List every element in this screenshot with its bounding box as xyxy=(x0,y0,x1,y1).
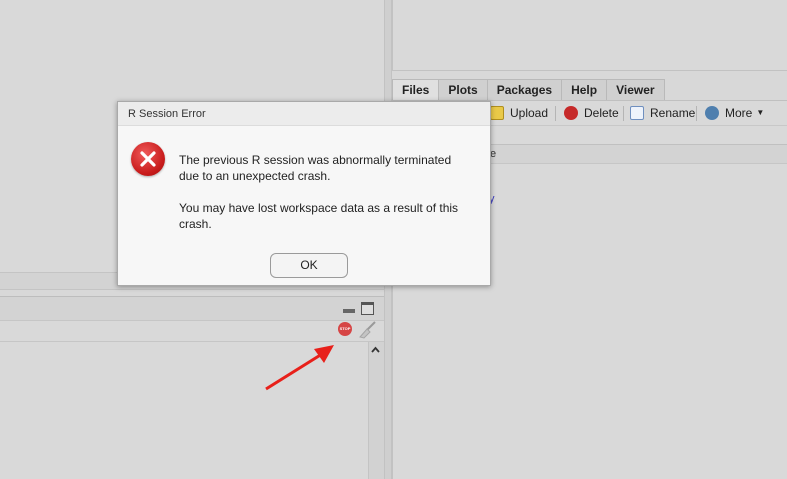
toolbar-divider xyxy=(696,106,697,121)
dialog-title: R Session Error xyxy=(128,108,206,120)
ok-button[interactable]: OK xyxy=(270,253,348,278)
tab-files[interactable]: Files xyxy=(392,79,440,100)
environment-pane xyxy=(392,0,787,71)
tab-plots[interactable]: Plots xyxy=(438,79,488,100)
minimize-pane-icon[interactable] xyxy=(343,309,355,313)
console-pane-header xyxy=(0,296,384,321)
delete-icon xyxy=(564,106,578,120)
error-icon xyxy=(131,142,165,176)
console-scrollbar[interactable] xyxy=(368,342,384,479)
gear-icon xyxy=(705,106,719,120)
tab-help[interactable]: Help xyxy=(561,79,608,100)
tab-viewer[interactable]: Viewer xyxy=(606,79,665,100)
maximize-pane-icon[interactable] xyxy=(361,302,374,315)
chevron-down-icon: ▼ xyxy=(756,108,765,117)
upload-icon xyxy=(490,106,504,120)
files-pane-tabs: Files Plots Packages Help Viewer xyxy=(392,79,665,100)
toolbar-divider xyxy=(623,106,624,121)
rename-icon xyxy=(630,106,644,120)
stop-icon[interactable]: STOP xyxy=(338,322,352,336)
delete-button[interactable]: Delete xyxy=(564,105,619,121)
annotation-arrow xyxy=(262,340,342,398)
tab-packages[interactable]: Packages xyxy=(486,79,563,100)
toolbar-divider xyxy=(555,106,556,121)
clear-console-broom-icon[interactable] xyxy=(358,321,378,339)
more-button[interactable]: More ▼ xyxy=(705,105,764,121)
upload-button[interactable]: Upload xyxy=(490,105,548,121)
scroll-up-icon[interactable] xyxy=(371,345,380,356)
rename-button[interactable]: Rename xyxy=(630,105,695,121)
console-toolbar xyxy=(0,320,384,342)
dialog-message-1: The previous R session was abnormally te… xyxy=(179,153,452,183)
dialog-message-2: You may have lost workspace data as a re… xyxy=(179,201,459,231)
